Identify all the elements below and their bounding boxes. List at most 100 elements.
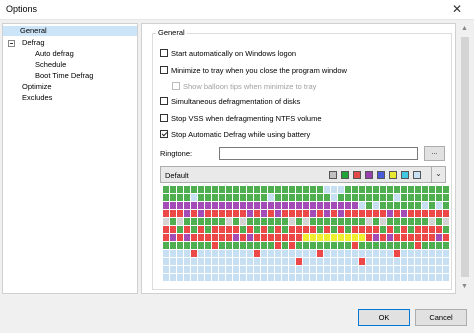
- simultaneous-defrag-checkbox[interactable]: Simultaneous defragmentation of disks: [160, 97, 300, 107]
- checkbox-box[interactable]: [160, 49, 168, 57]
- cluster-block: [345, 274, 351, 281]
- browse-button[interactable]: ...: [424, 146, 445, 161]
- chevron-down-icon[interactable]: ⌄: [431, 167, 445, 182]
- cancel-button[interactable]: Cancel: [415, 309, 467, 326]
- cluster-block: [170, 186, 176, 193]
- cluster-block: [324, 210, 330, 217]
- cluster-block: [170, 202, 176, 209]
- start-on-logon-checkbox[interactable]: Start automatically on Windows logon: [160, 49, 296, 59]
- close-icon[interactable]: ✕: [440, 0, 474, 19]
- checkbox-box[interactable]: [160, 97, 168, 105]
- tree-item-optimize[interactable]: Optimize: [22, 82, 52, 92]
- cluster-block: [436, 194, 442, 201]
- cluster-block: [240, 194, 246, 201]
- checkbox-box[interactable]: [160, 114, 168, 122]
- scrollbar-thumb[interactable]: [461, 37, 469, 277]
- cluster-block: [408, 274, 414, 281]
- cluster-block: [240, 186, 246, 193]
- cluster-block: [163, 186, 169, 193]
- cluster-block: [205, 202, 211, 209]
- cluster-block: [324, 202, 330, 209]
- cluster-block: [408, 250, 414, 257]
- checkbox-box[interactable]: [160, 66, 168, 74]
- cluster-block: [247, 266, 253, 273]
- cluster-block: [387, 234, 393, 241]
- cluster-block: [170, 242, 176, 249]
- cluster-block: [331, 250, 337, 257]
- cluster-block: [429, 274, 435, 281]
- cluster-block: [261, 266, 267, 273]
- cluster-block: [338, 234, 344, 241]
- scroll-up-icon[interactable]: ▲: [461, 25, 468, 32]
- stop-on-battery-checkbox[interactable]: Stop Automatic Defrag while using batter…: [160, 130, 310, 140]
- cluster-block: [443, 202, 449, 209]
- checkmark-icon[interactable]: [160, 130, 168, 138]
- cluster-block: [429, 194, 435, 201]
- cluster-block: [415, 226, 421, 233]
- cluster-block: [268, 266, 274, 273]
- cluster-block: [219, 186, 225, 193]
- tree-item-auto-defrag[interactable]: Auto defrag: [35, 49, 74, 59]
- tree-item-general[interactable]: General: [3, 26, 137, 36]
- vertical-scrollbar[interactable]: ▲ ▼: [458, 23, 472, 294]
- cluster-block: [198, 258, 204, 265]
- ok-button[interactable]: OK: [358, 309, 410, 326]
- cluster-block: [366, 186, 372, 193]
- cluster-block: [415, 258, 421, 265]
- cluster-block: [415, 210, 421, 217]
- cluster-block: [170, 234, 176, 241]
- cluster-block: [226, 266, 232, 273]
- cluster-block: [233, 186, 239, 193]
- cluster-block: [366, 218, 372, 225]
- cluster-block: [408, 234, 414, 241]
- cluster-block: [387, 218, 393, 225]
- cluster-block: [352, 218, 358, 225]
- cluster-block: [310, 218, 316, 225]
- cluster-block: [177, 202, 183, 209]
- cluster-block: [226, 226, 232, 233]
- scroll-down-icon[interactable]: ▼: [461, 283, 468, 290]
- cluster-block: [415, 250, 421, 257]
- cluster-block: [198, 218, 204, 225]
- cluster-block: [338, 202, 344, 209]
- balloon-tips-checkbox: Show balloon tips when minimize to tray: [172, 82, 316, 92]
- cluster-block: [429, 186, 435, 193]
- cluster-block: [219, 226, 225, 233]
- tree-item-boot-time-defrag[interactable]: Boot Time Defrag: [35, 71, 93, 81]
- cluster-block: [303, 250, 309, 257]
- cluster-block: [191, 202, 197, 209]
- tree-item-schedule[interactable]: Schedule: [35, 60, 66, 70]
- cluster-block: [177, 266, 183, 273]
- cluster-block: [275, 210, 281, 217]
- collapse-icon[interactable]: [8, 40, 15, 47]
- cluster-block: [443, 266, 449, 273]
- cluster-block: [170, 258, 176, 265]
- cluster-block: [247, 226, 253, 233]
- cluster-block: [310, 210, 316, 217]
- cluster-block: [352, 226, 358, 233]
- cluster-block: [303, 202, 309, 209]
- cluster-block: [254, 202, 260, 209]
- cluster-block: [373, 250, 379, 257]
- minimize-to-tray-checkbox[interactable]: Minimize to tray when you close the prog…: [160, 66, 347, 76]
- cluster-block: [317, 274, 323, 281]
- tree-item-excludes[interactable]: Excludes: [22, 93, 52, 103]
- cluster-block: [380, 258, 386, 265]
- cluster-block: [443, 234, 449, 241]
- cluster-block: [415, 202, 421, 209]
- disk-cluster-map: [163, 186, 449, 281]
- cluster-block: [303, 242, 309, 249]
- cluster-block: [359, 226, 365, 233]
- cluster-block: [331, 242, 337, 249]
- tree-item-defrag[interactable]: Defrag: [22, 38, 45, 48]
- cluster-block: [359, 250, 365, 257]
- ringtone-input[interactable]: [219, 147, 418, 160]
- cluster-block: [296, 226, 302, 233]
- cluster-block: [205, 242, 211, 249]
- cluster-block: [191, 250, 197, 257]
- cluster-block: [198, 210, 204, 217]
- color-scheme-combo[interactable]: Default ⌄: [160, 166, 446, 183]
- stop-vss-checkbox[interactable]: Stop VSS when defragmenting NTFS volume: [160, 114, 322, 124]
- cluster-block: [212, 274, 218, 281]
- cluster-block: [282, 242, 288, 249]
